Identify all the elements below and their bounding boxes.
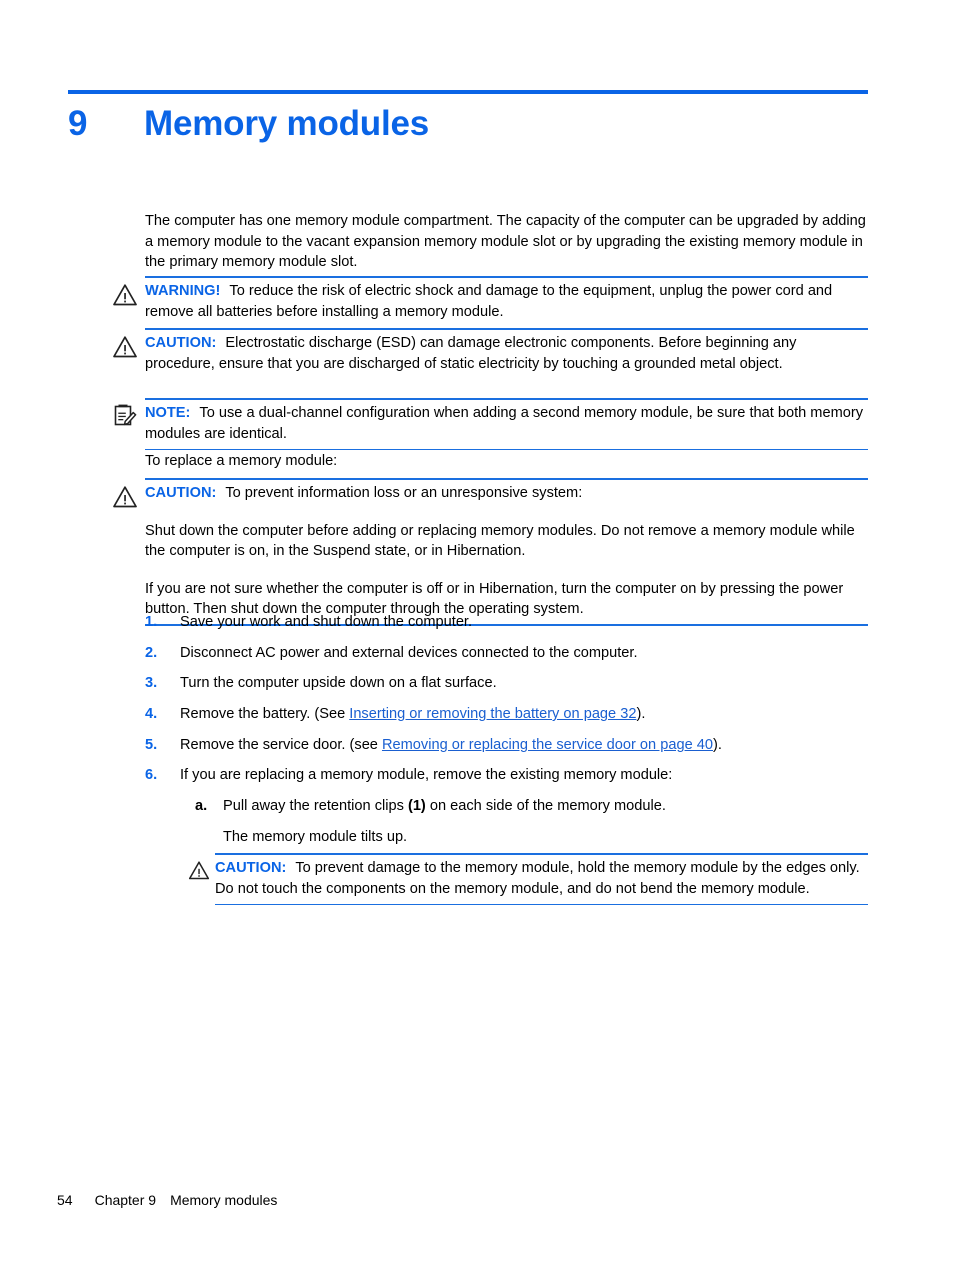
cross-reference-link-service-door[interactable]: Removing or replacing the service door o…: [382, 737, 713, 753]
document-page: 9 Memory modules The computer has one me…: [0, 0, 954, 1270]
list-item-text: Disconnect AC power and external devices…: [180, 645, 638, 661]
list-item-text: Save your work and shut down the compute…: [180, 614, 473, 630]
list-item-prefix: Remove the service door. (see: [180, 737, 382, 753]
cross-reference-link-battery[interactable]: Inserting or removing the battery on pag…: [349, 706, 636, 722]
list-item-text: If you are replacing a memory module, re…: [180, 767, 673, 783]
admonition-text: Electrostatic discharge (ESD) can damage…: [145, 335, 797, 372]
sub-list-marker: a.: [195, 798, 208, 814]
list-item: 1. Save your work and shut down the comp…: [145, 612, 868, 633]
sub-list-item-prefix: Pull away the retention clips: [223, 798, 408, 814]
admonition-caution-data-loss: CAUTION: To prevent information loss or a…: [113, 478, 868, 626]
admonition-label: NOTE:: [145, 405, 191, 421]
admonition-text: To use a dual-channel configuration when…: [145, 405, 864, 442]
admonition-content: CAUTION: Electrostatic discharge (ESD) ca…: [113, 328, 868, 380]
list-marker: 2.: [145, 645, 158, 661]
admonition-rule-bottom: [215, 903, 868, 906]
lead-in-paragraph: To replace a memory module:: [145, 453, 338, 469]
admonition-content: NOTE: To use a dual-channel configuration…: [114, 398, 868, 450]
list-item: 4. Remove the battery. (See Inserting or…: [145, 704, 868, 725]
list-marker: 3.: [145, 675, 158, 691]
list-item: 5. Remove the service door. (see Removin…: [145, 735, 868, 756]
admonition-label: WARNING!: [145, 283, 221, 299]
list-marker: 1.: [145, 614, 158, 630]
admonition-caution-esd: CAUTION: Electrostatic discharge (ESD) ca…: [113, 328, 868, 380]
list-item-suffix: ).: [636, 706, 646, 722]
admonition-label: CAUTION:: [145, 335, 217, 351]
warning-triangle-icon: [112, 485, 138, 509]
admonition-content: CAUTION: To prevent damage to the memory …: [188, 853, 868, 905]
admonition-text: To reduce the risk of electric shock and…: [145, 283, 833, 320]
admonition-content: CAUTION: To prevent information loss or a…: [113, 478, 868, 626]
list-marker: 4.: [145, 706, 158, 722]
footer-chapter-title: Memory modules: [170, 1192, 278, 1208]
list-item-text: Turn the computer upside down on a flat …: [180, 675, 497, 691]
admonition-label: CAUTION:: [215, 860, 287, 876]
warning-triangle-icon: [188, 860, 210, 881]
admonition-note-dual-channel: NOTE: To use a dual-channel configuration…: [114, 398, 868, 451]
list-marker: 5.: [145, 737, 158, 753]
intro-paragraph: The computer has one memory module compa…: [145, 213, 866, 271]
list-item-text: Remove the battery. (See Inserting or re…: [180, 704, 868, 725]
list-marker: 6.: [145, 767, 158, 783]
callout-reference: (1): [407, 798, 426, 814]
footer-page-number: 54: [57, 1192, 73, 1208]
warning-triangle-icon: [112, 335, 138, 359]
sub-list-item-text: Pull away the retention clips (1) on eac…: [223, 796, 868, 817]
list-item-text: Remove the service door. (see Removing o…: [180, 735, 868, 756]
chapter-heading-rule: [68, 90, 868, 94]
page-footer: 54 Chapter 9 Memory modules: [57, 1192, 277, 1208]
footer-chapter-label: Chapter 9: [94, 1192, 157, 1208]
list-item-prefix: Remove the battery. (See: [180, 706, 350, 722]
substep-result-text: The memory module tilts up.: [223, 829, 408, 845]
admonition-text: To prevent damage to the memory module, …: [215, 860, 860, 897]
admonition-caution-handle-edges: CAUTION: To prevent damage to the memory …: [188, 853, 868, 906]
warning-triangle-icon: [112, 283, 138, 307]
list-item: 6. If you are replacing a memory module,…: [145, 765, 868, 786]
list-item-suffix: ).: [712, 737, 722, 753]
admonition-rule-bottom: [145, 448, 868, 451]
chapter-number: 9: [68, 104, 88, 143]
note-clipboard-pencil-icon: [112, 402, 138, 426]
chapter-title: Memory modules: [144, 104, 430, 143]
list-item: 2. Disconnect AC power and external devi…: [145, 643, 868, 664]
sub-list-item-suffix: on each side of the memory module.: [425, 798, 666, 814]
sub-list-item: a. Pull away the retention clips (1) on …: [195, 796, 868, 817]
list-item: 3. Turn the computer upside down on a fl…: [145, 673, 868, 694]
admonition-paragraph-1: Shut down the computer before adding or …: [145, 522, 855, 560]
admonition-label: CAUTION:: [145, 485, 217, 501]
admonition-text: To prevent information loss or an unresp…: [225, 485, 583, 501]
admonition-warning-power: WARNING! To reduce the risk of electric s…: [113, 276, 868, 328]
page-title: 9 Memory modules: [68, 104, 868, 144]
admonition-content: WARNING! To reduce the risk of electric s…: [113, 276, 868, 328]
